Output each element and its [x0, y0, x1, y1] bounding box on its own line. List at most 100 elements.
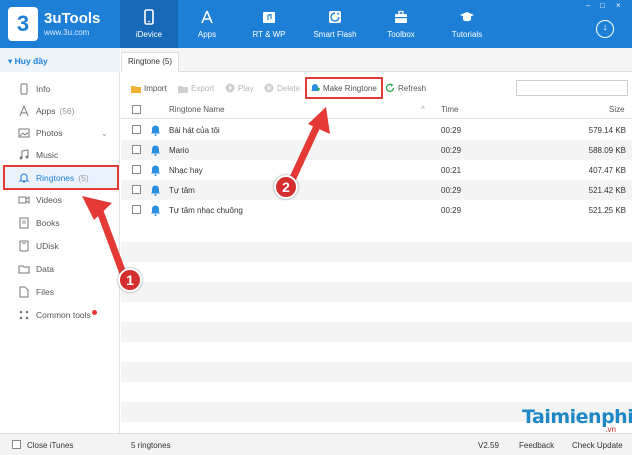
- nav-toolbox[interactable]: Toolbox: [368, 0, 434, 48]
- sidebar-item-label: Data: [36, 264, 54, 274]
- export-button[interactable]: Export: [178, 80, 214, 96]
- nav-label: Smart Flash: [313, 30, 357, 39]
- column-size[interactable]: Size: [609, 105, 625, 114]
- import-button[interactable]: Import: [131, 80, 167, 96]
- tools-icon: [19, 310, 29, 320]
- chevron-down-icon[interactable]: ⌄: [101, 128, 108, 139]
- play-button[interactable]: Play: [225, 80, 254, 96]
- sidebar-item-common-tools[interactable]: Common tools: [0, 304, 120, 326]
- status-bar: Close iTunes 5 ringtones V2.59 Feedback …: [0, 433, 632, 455]
- ringtone-name: Mario: [169, 146, 190, 155]
- sidebar-item-label: Videos: [36, 195, 62, 205]
- device-name: Huy đầy: [14, 56, 48, 66]
- sidebar-item-files[interactable]: Files: [0, 281, 120, 303]
- ringtone-size: 521.25 KB: [588, 206, 626, 215]
- sidebar-item-udisk[interactable]: UDisk: [0, 235, 120, 257]
- device-selector[interactable]: ▾ Huy đầy: [0, 48, 120, 72]
- sidebar-item-apps[interactable]: Apps (56): [0, 100, 120, 122]
- video-icon: [18, 196, 30, 204]
- nav-label: RT & WP: [252, 30, 286, 39]
- music-icon: [19, 149, 29, 160]
- sidebar-item-label: Info: [36, 84, 51, 94]
- sidebar-item-label: Music: [36, 150, 59, 160]
- refresh-button[interactable]: Refresh: [385, 80, 426, 96]
- import-label: Import: [144, 83, 167, 93]
- close-itunes-label[interactable]: Close iTunes: [27, 441, 73, 450]
- graduation-cap-icon: [460, 12, 474, 22]
- row-checkbox[interactable]: [132, 145, 141, 154]
- table-header: Ringtone Name ^ Time Size: [121, 101, 632, 119]
- nav-tutorials[interactable]: Tutorials: [434, 0, 500, 48]
- disk-icon: [19, 240, 29, 252]
- sidebar-item-label: Files: [36, 287, 54, 297]
- phone-icon: [144, 9, 154, 25]
- ringtone-name: Bài hát của tôi: [169, 126, 220, 135]
- play-label: Play: [238, 83, 254, 93]
- step-badge-2: 2: [274, 175, 298, 199]
- sidebar-item-info[interactable]: Info: [0, 78, 120, 100]
- sidebar-item-data[interactable]: Data: [0, 258, 120, 280]
- ringtone-time: 00:21: [441, 166, 462, 175]
- sidebar-item-videos[interactable]: Videos: [0, 189, 120, 211]
- watermark-suffix: .vn: [605, 425, 616, 434]
- table-row[interactable]: Tự tâm nhạc chuông 00:29 521.25 KB: [121, 200, 632, 220]
- play-icon: [225, 83, 235, 93]
- sort-up-icon[interactable]: ^: [421, 105, 425, 114]
- folder-icon: [18, 265, 30, 274]
- maximize-icon[interactable]: □: [600, 2, 610, 10]
- sidebar-item-label: Photos: [36, 128, 63, 138]
- column-time[interactable]: Time: [441, 105, 458, 114]
- delete-button[interactable]: Delete: [264, 80, 300, 96]
- ringtone-time: 00:29: [441, 146, 462, 155]
- nav-rt-wp[interactable]: RT & WP: [236, 0, 302, 48]
- export-label: Export: [191, 83, 215, 93]
- close-itunes-checkbox[interactable]: [12, 440, 21, 449]
- table-row[interactable]: Tự tâm 00:29 521.42 KB: [121, 180, 632, 200]
- row-checkbox[interactable]: [132, 165, 141, 174]
- ringtones-highlight: [3, 165, 119, 190]
- row-checkbox[interactable]: [132, 185, 141, 194]
- table-row[interactable]: Bài hát của tôi 00:29 579.14 KB: [121, 120, 632, 140]
- flash-icon: [329, 11, 341, 23]
- feedback-link[interactable]: Feedback: [519, 441, 554, 450]
- tab-ringtone[interactable]: Ringtone (5): [121, 52, 179, 72]
- ringtone-name: Tự tâm nhạc chuông: [169, 206, 243, 215]
- ringtone-wallpaper-icon: [263, 12, 275, 23]
- sidebar-item-label: Apps: [36, 106, 56, 116]
- sidebar-item-photos[interactable]: Photos ⌄: [0, 122, 120, 144]
- bell-icon: [151, 165, 160, 176]
- empty-table-area: [121, 222, 632, 433]
- row-checkbox[interactable]: [132, 205, 141, 214]
- nav-idevice[interactable]: iDevice: [120, 0, 178, 48]
- table-row[interactable]: Mario 00:29 588.09 KB: [121, 140, 632, 160]
- bell-icon: [151, 185, 160, 196]
- toolbox-icon: [395, 10, 407, 23]
- check-update-link[interactable]: Check Update: [572, 441, 623, 450]
- refresh-icon: [385, 83, 395, 92]
- ringtone-count: 5 ringtones: [131, 441, 171, 450]
- bell-icon: [151, 125, 160, 136]
- table-row[interactable]: Nhạc hay 00:21 407.47 KB: [121, 160, 632, 180]
- ringtone-size: 521.42 KB: [588, 186, 626, 195]
- ringtone-time: 00:29: [441, 206, 462, 215]
- select-all-checkbox[interactable]: [132, 105, 141, 114]
- sidebar-item-music[interactable]: Music: [0, 144, 120, 166]
- sidebar-item-books[interactable]: Books: [0, 212, 120, 234]
- delete-icon: [264, 83, 274, 93]
- close-icon[interactable]: ×: [616, 2, 626, 10]
- nav-apps[interactable]: Apps: [178, 0, 236, 48]
- sidebar: ▾ Huy đầy Info Apps (56) Photos ⌄ Music …: [0, 48, 120, 433]
- row-checkbox[interactable]: [132, 125, 141, 134]
- column-name[interactable]: Ringtone Name: [169, 105, 225, 114]
- download-button[interactable]: ↓: [596, 20, 614, 38]
- sidebar-item-label: Books: [36, 218, 60, 228]
- bell-icon: [151, 145, 160, 156]
- sidebar-item-label: UDisk: [36, 241, 59, 251]
- file-icon: [19, 286, 29, 298]
- search-input[interactable]: [516, 80, 628, 96]
- phone-outline-icon: [20, 83, 28, 95]
- export-icon: [178, 86, 188, 93]
- minimize-icon[interactable]: –: [586, 2, 596, 10]
- make-ringtone-highlight: [305, 77, 383, 99]
- nav-smart-flash[interactable]: Smart Flash: [302, 0, 368, 48]
